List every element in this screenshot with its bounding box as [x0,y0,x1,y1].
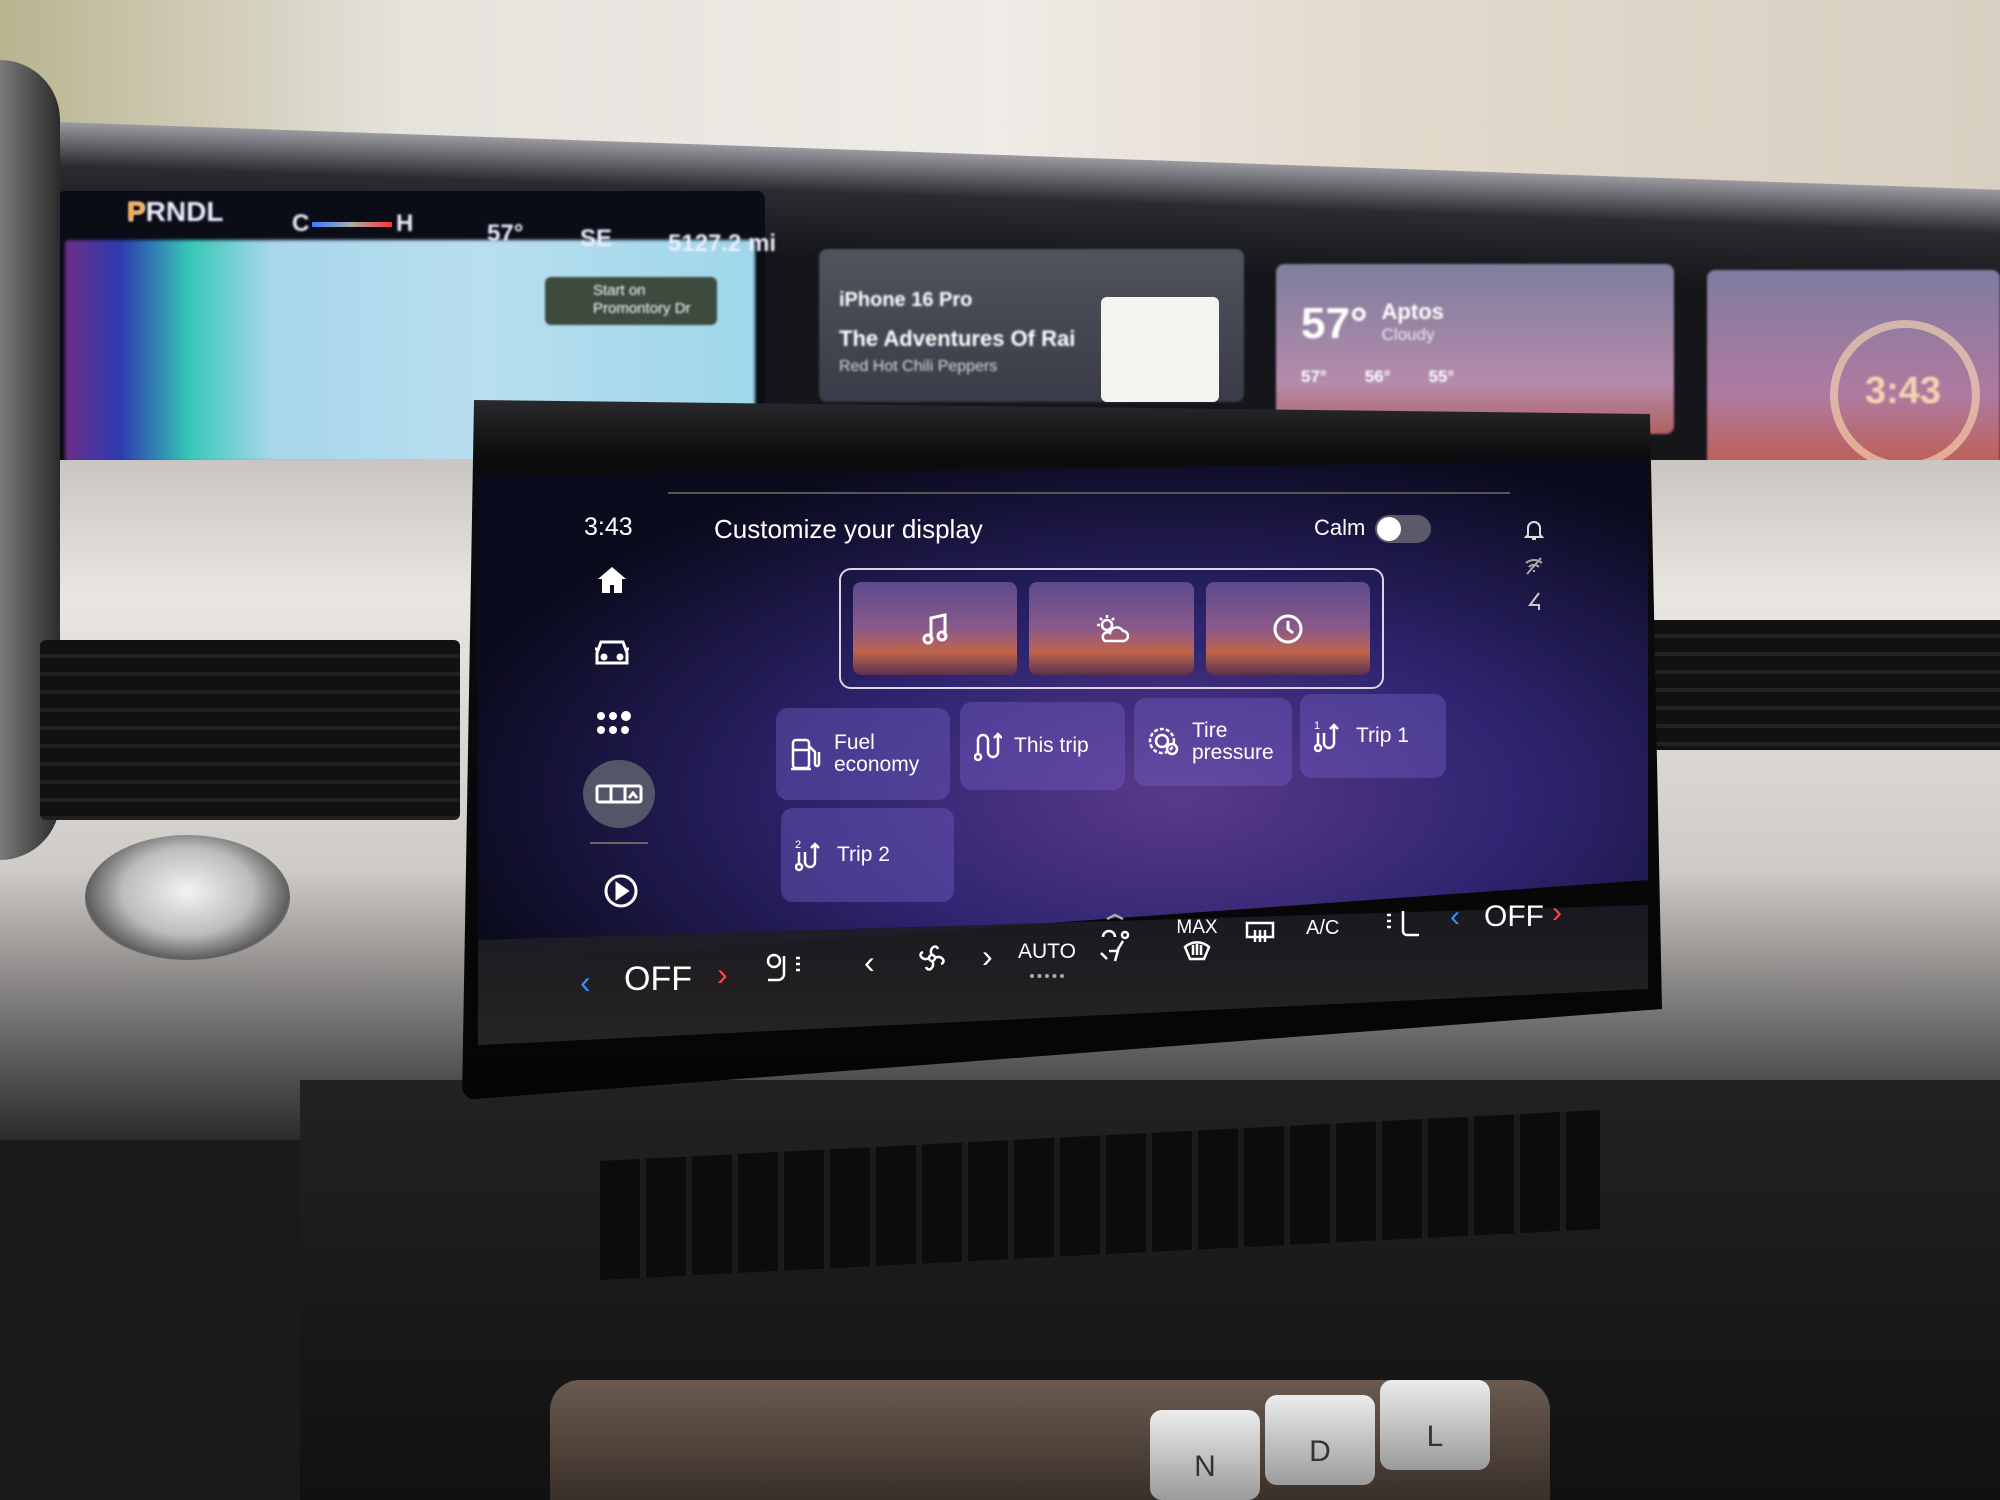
outside-temp: 57° [487,220,524,247]
defrost-icon [1183,941,1211,961]
page-title: Customize your display [714,514,983,544]
sidebar-divider [590,842,648,844]
tile-trip-1[interactable]: 1 Trip 1 [1300,694,1446,778]
sidebar-display-layout[interactable] [583,760,655,828]
widget-clock[interactable] [1205,582,1370,675]
car-icon [595,640,629,665]
heated-steering-seat-button[interactable] [762,950,812,990]
shifter-d-button[interactable]: D [1265,1395,1375,1485]
passenger-temp[interactable]: OFF [1484,900,1544,934]
heated-seat-icon [766,953,800,982]
weather-city: Aptos [1381,299,1444,324]
weather-condition: Cloudy [1381,325,1435,344]
tile-label: Fuel economy [834,731,920,776]
auto-level-indicator [1030,974,1064,978]
start-button[interactable] [85,835,290,960]
driver-temp-down-button[interactable]: ‹ [580,964,591,1001]
driver-temp-up-button[interactable]: › [717,956,728,993]
home-icon [598,567,626,593]
shifter-n-button[interactable]: N [1150,1410,1260,1500]
tile-label: Trip 2 [837,843,890,866]
sidebar-vehicle[interactable] [592,634,632,672]
media-track: The Adventures Of Rai [839,326,1076,351]
weather-widget: 57° Aptos Cloudy 57° 56° 55° [1276,264,1674,434]
sidebar-apps[interactable] [594,706,634,740]
airflow-person-icon [1100,913,1130,962]
sidebar-home[interactable] [594,562,630,598]
weather-temp: 57° [1301,299,1368,348]
bell-icon[interactable] [1522,518,1546,542]
album-art [1101,297,1219,402]
nav-instruction-card: Start on Promontory Dr [545,277,717,325]
passenger-temp-down-button[interactable]: ‹ [1450,900,1460,934]
weather-icon [1097,614,1130,642]
tile-label: Tire pressure [1192,719,1274,764]
tile-tire-pressure[interactable]: Tire pressure [1134,698,1292,786]
forecast-temp: 56° [1364,367,1391,386]
calm-label: Calm [1314,515,1366,540]
airflow-mode-button[interactable] [1096,912,1136,968]
svg-text:1: 1 [1314,720,1320,732]
screen-time: 3:43 [584,513,633,541]
seat-icon [1387,911,1419,937]
max-defrost-button[interactable]: MAX [1175,916,1219,962]
trip-icon [974,732,1002,762]
forecast-temp: 55° [1428,367,1455,386]
ac-button[interactable]: A/C [1306,917,1339,940]
navigation-arrow-icon [1524,590,1546,612]
widget-music[interactable] [853,582,1018,675]
calm-toggle-knob[interactable] [1377,517,1401,541]
temp-gauge-low: C [292,210,310,237]
fan-button[interactable] [914,940,950,976]
passenger-temp-up-button[interactable]: › [1552,896,1562,930]
rear-defrost-button[interactable] [1244,918,1276,948]
wifi-off-icon [1522,554,1546,578]
left-air-vent [40,640,460,820]
tile-label: This trip [1014,734,1089,757]
shifter-l-button[interactable]: L [1380,1380,1490,1470]
tile-trip-2[interactable]: 2 Trip 2 [781,808,954,902]
music-note-icon [922,612,948,644]
odometer: 5127.2 mi [668,230,777,257]
temp-gauge-high: H [396,210,414,237]
heading: SE [580,225,613,252]
clock-icon [1273,614,1303,643]
top-divider [668,492,1510,494]
cluster-clock: 3:43 [1865,370,1942,412]
display-layout-icon [595,784,643,804]
tile-fuel-economy[interactable]: Fuel economy [776,708,950,800]
fan-up-button[interactable]: › [982,938,993,975]
tire-pressure-icon [1148,727,1179,756]
widget-weather[interactable] [1029,582,1194,675]
play-icon [604,874,638,908]
active-gear: P [127,196,146,227]
widget-strip[interactable] [839,568,1384,689]
forecast-temp: 57° [1301,367,1327,386]
fuel-pump-icon [791,738,821,771]
max-label: MAX [1176,917,1218,938]
nav-instruction: Start on Promontory Dr [593,282,691,317]
sidebar-media[interactable] [602,872,640,910]
apps-icon [597,711,631,734]
tile-label: Trip 1 [1356,724,1409,747]
auto-button[interactable]: AUTO [1018,940,1076,964]
svg-text:2: 2 [795,839,801,851]
temp-gauge-bar [312,222,392,227]
fan-down-button[interactable]: ‹ [864,944,875,981]
fan-icon [919,945,945,971]
trip-1-icon: 1 [1314,720,1339,753]
driver-temp[interactable]: OFF [624,960,692,999]
tile-this-trip[interactable]: This trip [960,702,1125,790]
passenger-seat-heat-button[interactable] [1384,908,1424,942]
trip-2-icon: 2 [795,839,820,872]
right-air-vent [1620,620,2000,750]
rear-defrost-icon [1245,921,1275,942]
